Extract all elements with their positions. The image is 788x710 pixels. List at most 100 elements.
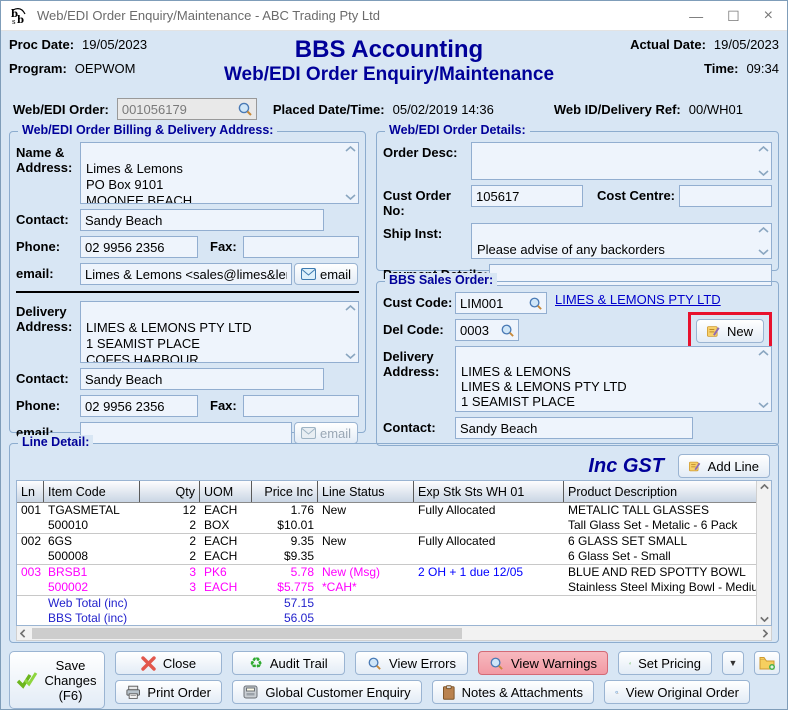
table-cell (17, 518, 44, 533)
scroll-up-icon[interactable] (760, 484, 769, 490)
billing-contact-input[interactable] (80, 209, 324, 231)
column-header[interactable]: Exp Stk Sts WH 01 (414, 481, 564, 502)
delivery-fax-input[interactable] (243, 395, 359, 417)
billing-phone-input[interactable] (80, 236, 198, 258)
table-cell (318, 596, 414, 611)
column-header[interactable]: Item Code (44, 481, 140, 502)
ship-inst-textarea[interactable]: Please advise of any backorders (471, 223, 772, 259)
billing-address-textarea[interactable]: Limes & Lemons PO Box 9101 MOONEE BEACH … (80, 142, 359, 204)
table-cell (140, 596, 200, 611)
scroll-down-icon[interactable] (760, 616, 769, 622)
scroll-up-icon[interactable] (758, 227, 769, 234)
table-cell: Stainless Steel Mixing Bowl - Medium (564, 580, 756, 595)
line-item-row[interactable]: 001TGASMETAL12EACH1.76NewFully Allocated… (17, 503, 756, 534)
view-errors-button[interactable]: View Errors (355, 651, 468, 675)
table-cell: EACH (200, 549, 252, 564)
column-header[interactable]: Line Status (318, 481, 414, 502)
column-header[interactable]: Price Inc (252, 481, 318, 502)
scroll-down-icon[interactable] (345, 352, 356, 359)
vertical-scrollbar[interactable] (756, 481, 771, 625)
close-button[interactable]: Close (115, 651, 222, 675)
table-cell (414, 611, 564, 625)
scroll-up-icon[interactable] (758, 146, 769, 153)
cust-code-input[interactable] (455, 292, 547, 314)
delivery-email-input[interactable] (80, 422, 292, 444)
notes-attachments-button[interactable]: Notes & Attachments (432, 680, 594, 704)
scroll-up-icon[interactable] (345, 146, 356, 153)
order-desc-textarea[interactable] (471, 142, 772, 180)
delivery-contact-label: Contact: (16, 368, 80, 386)
ship-inst-label: Ship Inst: (383, 223, 471, 241)
app-title: BBS Accounting Web/EDI Order Enquiry/Mai… (199, 37, 579, 91)
table-cell: 500002 (44, 580, 140, 595)
cost-centre-input[interactable] (679, 185, 772, 207)
line-item-row[interactable]: 003BRSB13PK65.78New (Msg)2 OH + 1 due 12… (17, 565, 756, 596)
customer-link[interactable]: LIMES & LEMONS PTY LTD (555, 292, 721, 307)
scroll-up-icon[interactable] (758, 350, 769, 357)
table-cell: 001 (17, 503, 44, 518)
view-original-order-button[interactable]: View Original Order (604, 680, 750, 704)
column-header[interactable]: Ln (17, 481, 44, 502)
minimize-button[interactable]: — (689, 9, 703, 23)
close-window-button[interactable]: × (764, 9, 773, 23)
section-divider (16, 291, 359, 293)
delivery-contact-input[interactable] (80, 368, 324, 390)
title-bar: bbs Web/EDI Order Enquiry/Maintenance - … (1, 1, 787, 31)
search-icon[interactable] (500, 323, 515, 338)
action-button-bar: Save Changes (F6) Close ♻ Audit Trail Vi… (9, 651, 779, 709)
table-cell: New (318, 503, 414, 518)
scroll-right-icon[interactable] (762, 629, 768, 638)
program-value: OEPWOM (75, 61, 136, 76)
table-cell (17, 580, 44, 595)
new-folder-button[interactable] (754, 651, 780, 675)
audit-trail-button[interactable]: ♻ Audit Trail (232, 651, 345, 675)
scroll-down-icon[interactable] (758, 169, 769, 176)
delivery-phone-input[interactable] (80, 395, 198, 417)
cust-order-no-input[interactable] (471, 185, 583, 207)
set-pricing-dropdown-button[interactable]: ▼ (722, 651, 744, 675)
set-pricing-button[interactable]: Set Pricing (618, 651, 712, 675)
del-code-input[interactable] (455, 319, 519, 341)
view-warnings-button[interactable]: View Warnings (478, 651, 608, 675)
billing-email-input[interactable] (80, 263, 292, 285)
table-cell (17, 611, 44, 625)
column-header[interactable]: Qty (140, 481, 200, 502)
scroll-down-icon[interactable] (758, 248, 769, 255)
sales-contact-input[interactable] (455, 417, 693, 439)
add-line-button[interactable]: Add Line (678, 454, 770, 478)
scroll-up-icon[interactable] (345, 305, 356, 312)
search-icon[interactable] (237, 101, 253, 117)
table-header-row[interactable]: LnItem CodeQtyUOMPrice IncLine StatusExp… (17, 481, 756, 503)
table-cell: METALIC TALL GLASSES (564, 503, 756, 518)
delivery-address-label: Delivery Address: (16, 301, 80, 334)
webedi-order-field[interactable] (118, 102, 234, 117)
scroll-left-icon[interactable] (20, 629, 26, 638)
search-icon[interactable] (528, 296, 543, 311)
bbs-sales-order-title: BBS Sales Order: (385, 273, 497, 287)
column-header[interactable]: Product Description (564, 481, 756, 502)
scroll-down-icon[interactable] (345, 193, 356, 200)
new-button[interactable]: New (696, 319, 764, 343)
print-order-button[interactable]: Print Order (115, 680, 222, 704)
program-label: Program: (9, 61, 67, 76)
delivery-email-button[interactable]: email (294, 422, 358, 444)
horizontal-scrollbar[interactable] (16, 626, 772, 641)
sales-delivery-address-textarea[interactable]: LIMES & LEMONS LIMES & LEMONS PTY LTD 1 … (455, 346, 772, 412)
table-cell: EACH (200, 534, 252, 549)
billing-email-button[interactable]: email (294, 263, 358, 285)
billing-delivery-group: Web/EDI Order Billing & Delivery Address… (9, 131, 366, 433)
line-item-row[interactable]: 0026GS2EACH9.35NewFully Allocated6 GLASS… (17, 534, 756, 565)
scroll-down-icon[interactable] (758, 401, 769, 408)
webedi-order-input[interactable] (117, 98, 257, 120)
billing-fax-input[interactable] (243, 236, 359, 258)
delivery-address-textarea[interactable]: LIMES & LEMONS PTY LTD 1 SEAMIST PLACE C… (80, 301, 359, 363)
global-customer-enquiry-button[interactable]: Global Customer Enquiry (232, 680, 422, 704)
maximize-button[interactable]: ☐ (727, 9, 740, 23)
billing-phone-label: Phone: (16, 236, 80, 254)
scrollbar-thumb[interactable] (32, 628, 462, 639)
save-changes-button[interactable]: Save Changes (F6) (9, 651, 105, 709)
table-cell (318, 611, 414, 625)
column-header[interactable]: UOM (200, 481, 252, 502)
proc-date-value: 19/05/2023 (82, 37, 147, 52)
table-cell (17, 549, 44, 564)
